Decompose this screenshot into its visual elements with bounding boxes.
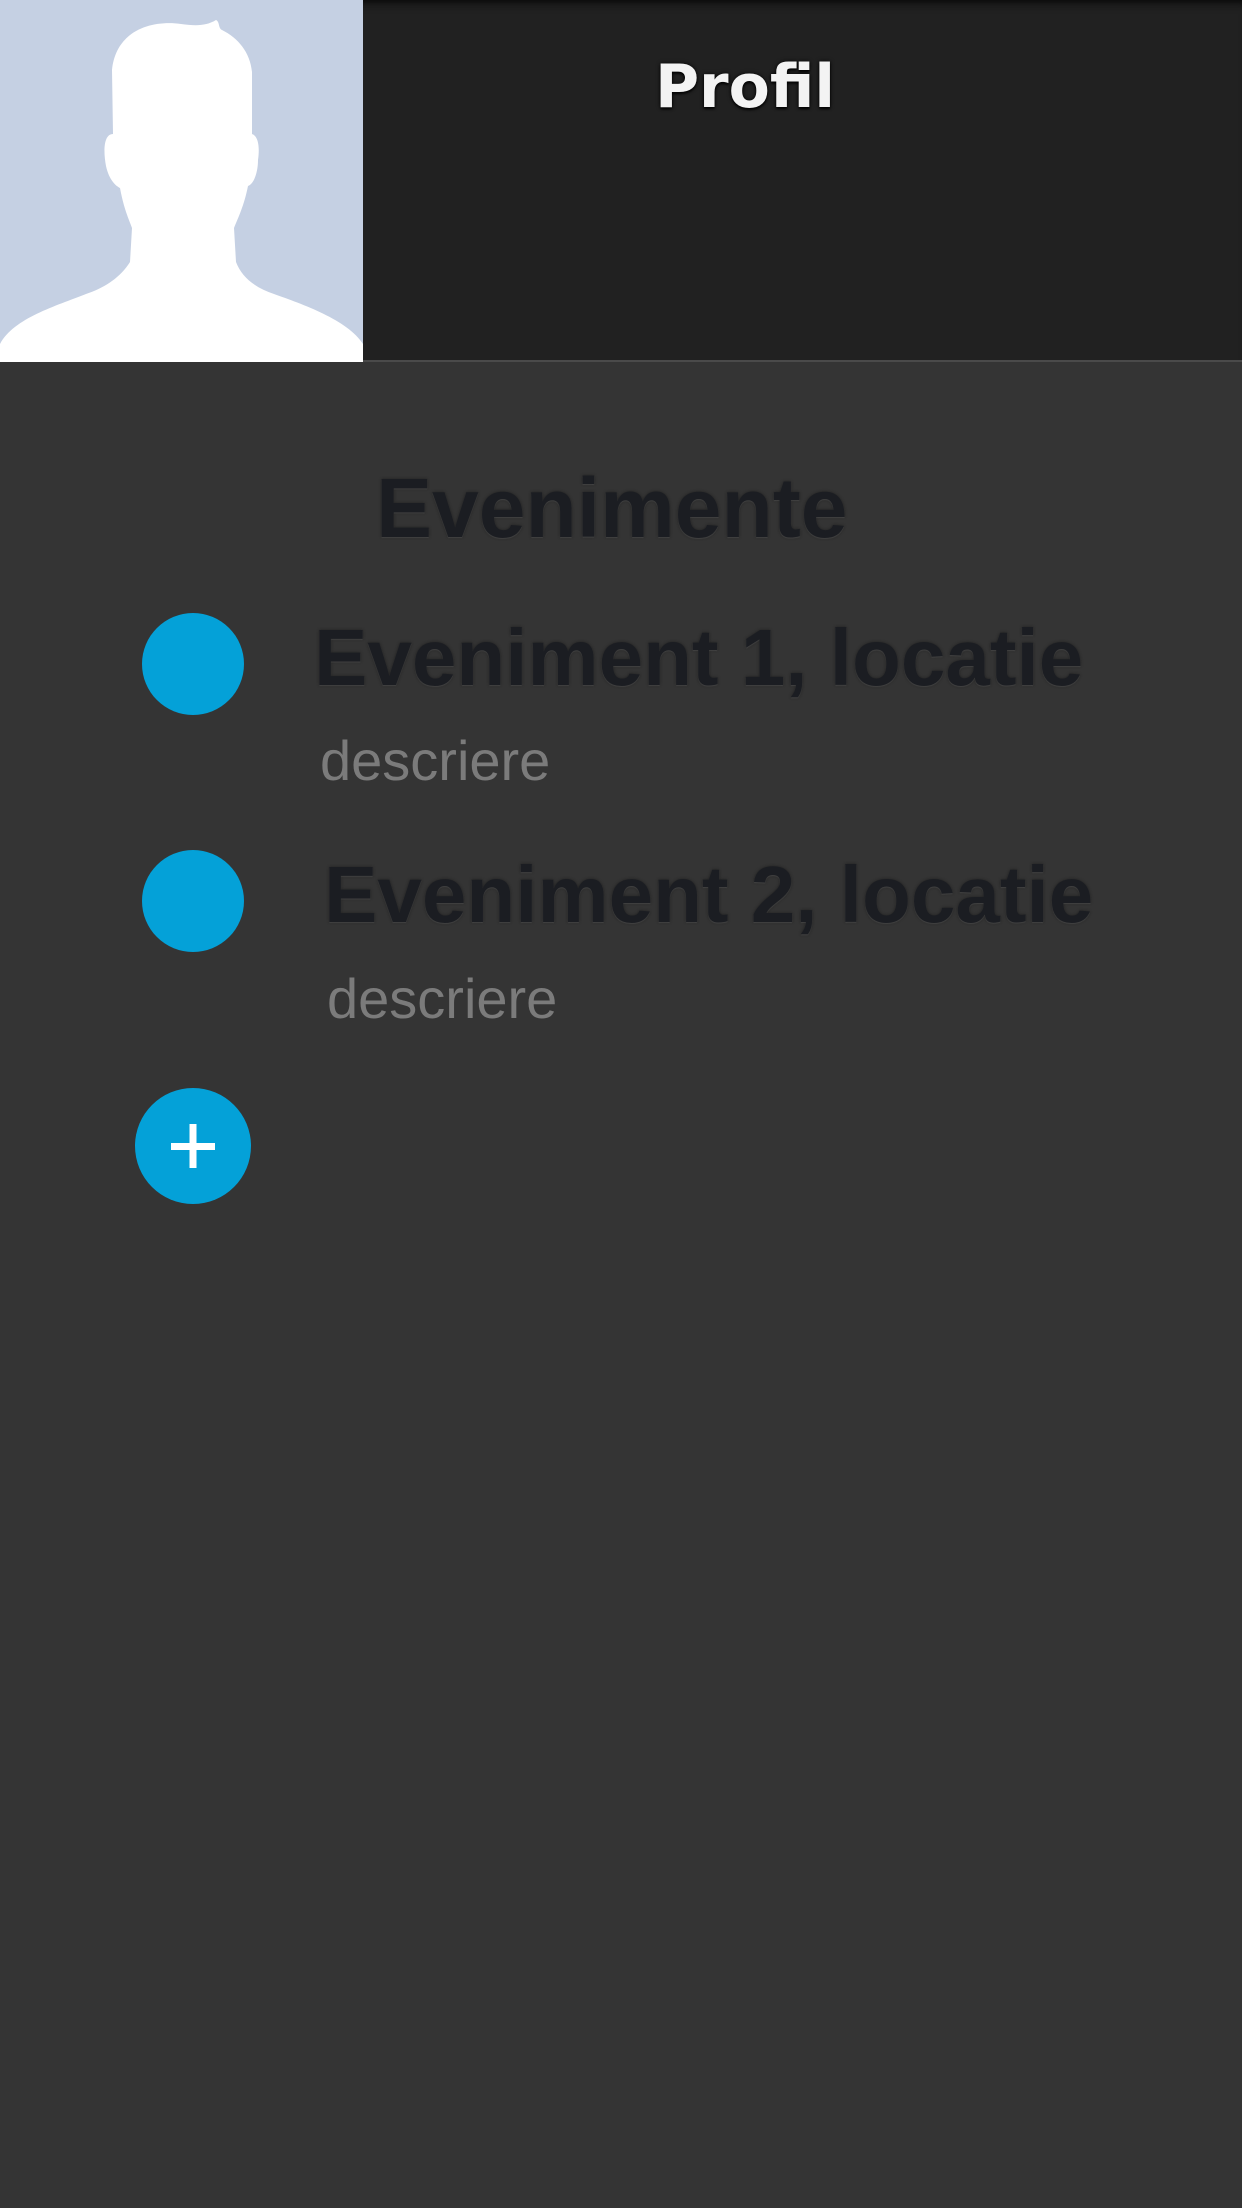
event-description: descriere [320,729,551,792]
profile-screen: Profil Evenimente Eveniment 1, locatie d… [0,0,1242,2208]
page-title: Profil [655,52,835,122]
person-silhouette-icon [0,20,363,362]
plus-icon [171,1124,215,1168]
event-title: Eveniment 2, locatie [324,850,1094,939]
event-status-dot [142,850,244,952]
add-event-button[interactable] [135,1088,251,1204]
avatar[interactable] [0,0,363,362]
event-description: descriere [327,967,558,1030]
profile-header: Profil [0,0,1242,362]
event-title: Eveniment 1, locatie [314,613,1084,702]
event-status-dot [142,613,244,715]
events-heading: Evenimente [376,461,848,555]
